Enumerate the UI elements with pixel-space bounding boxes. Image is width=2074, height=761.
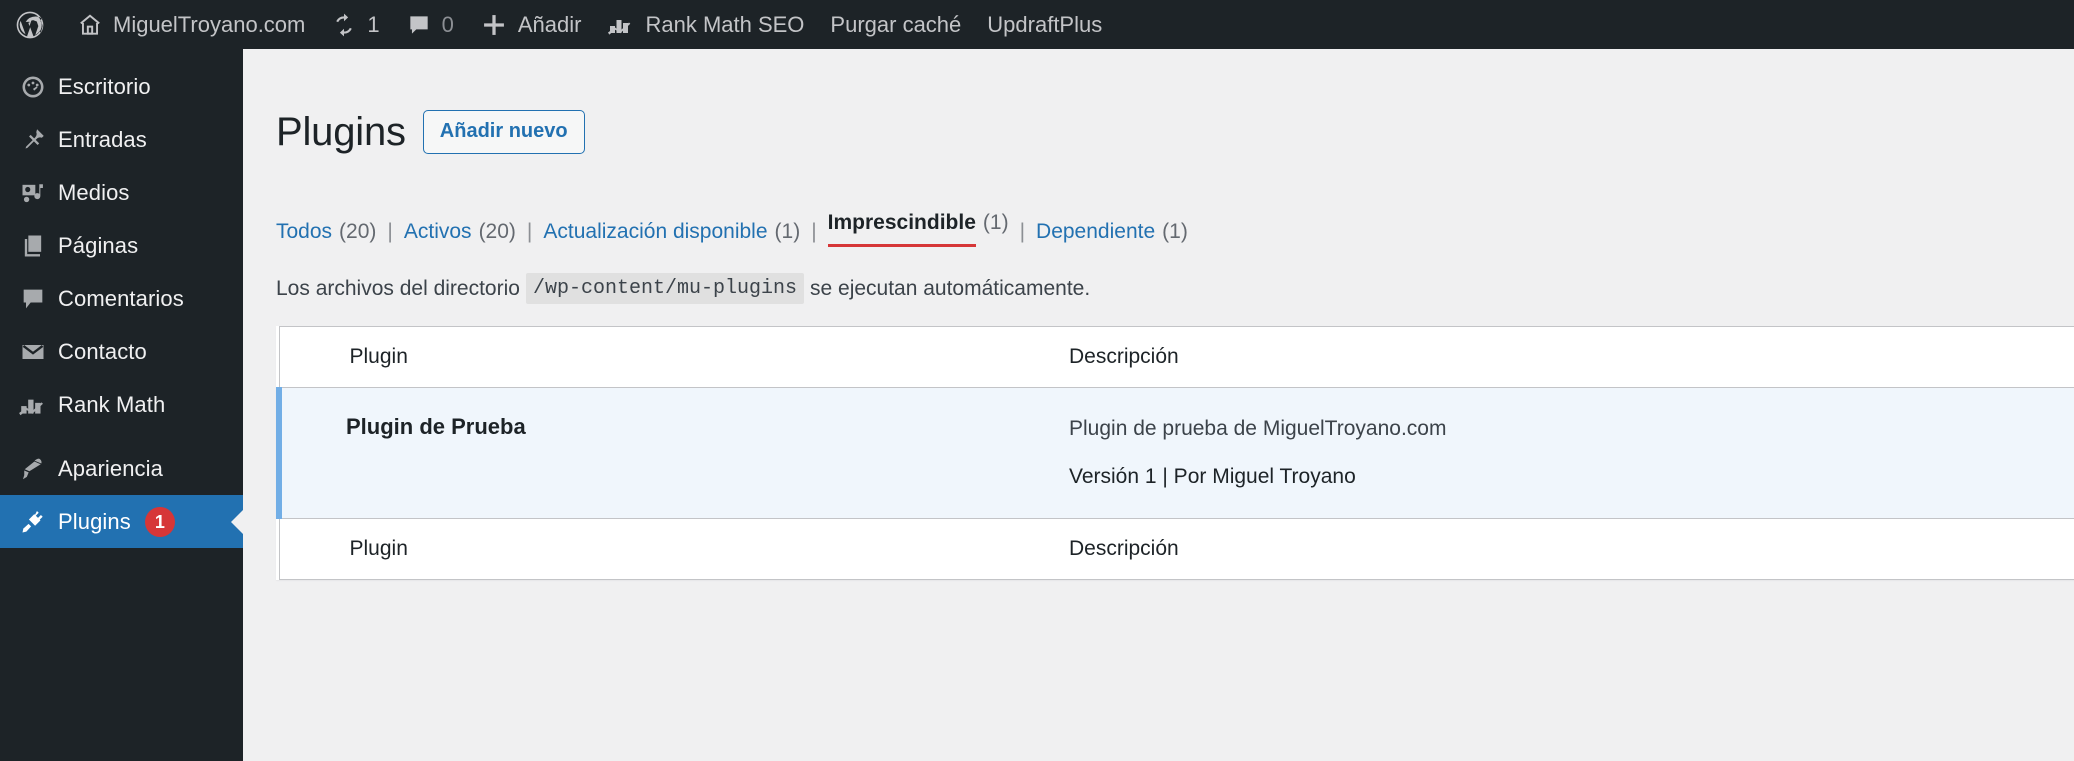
site-name-button[interactable]: MiguelTroyano.com — [64, 0, 318, 49]
comments-button[interactable]: 0 — [393, 0, 467, 49]
admin-sidebar-menu: Escritorio Entradas Medios Páginas Comen… — [0, 49, 243, 761]
mu-plugins-path: /wp-content/mu-plugins — [525, 273, 804, 305]
sidebar-item-paginas[interactable]: Páginas — [0, 219, 243, 272]
filter-count: (1) — [774, 219, 801, 243]
mu-note-before: Los archivos del directorio — [276, 276, 520, 300]
updates-icon — [331, 12, 357, 38]
table-footer-row: Plugin Descripción — [279, 517, 2074, 580]
sidebar-item-label: Entradas — [58, 126, 147, 152]
sidebar-item-label: Rank Math — [58, 391, 166, 417]
add-new-plugin-button[interactable]: Añadir nuevo — [422, 109, 585, 154]
column-header-plugin: Plugin — [279, 326, 1069, 389]
filter-count: (1) — [982, 210, 1009, 234]
filter-actualizacion-disponible[interactable]: Actualización disponible (1) — [543, 216, 800, 248]
filter-imprescindible[interactable]: Imprescindible (1) — [827, 207, 1009, 248]
filter-dependiente[interactable]: Dependiente (1) — [1036, 216, 1188, 248]
sidebar-item-plugins[interactable]: Plugins 1 — [0, 495, 243, 548]
plugin-status-filters: Todos (20) | Activos (20) | Actualizació… — [276, 207, 2074, 248]
admin-bar: MiguelTroyano.com 1 0 Añadir Rank Math S… — [0, 0, 2074, 49]
plugin-version-author: Versión 1 | Por Miguel Troyano — [1069, 464, 1356, 488]
plugins-table-head: Plugin Descripción — [279, 326, 2074, 389]
rank-math-seo-button[interactable]: Rank Math SEO — [594, 0, 817, 49]
envelope-icon — [12, 338, 54, 366]
mu-plugins-note: Los archivos del directorio /wp-content/… — [276, 273, 2074, 305]
filter-link-active[interactable]: Imprescindible — [827, 207, 976, 248]
plugins-update-count-badge: 1 — [144, 506, 175, 537]
plugins-table-body: Plugin de Prueba Plugin de prueba de Mig… — [276, 387, 2074, 519]
updraftplus-button[interactable]: UpdraftPlus — [974, 0, 1115, 49]
plugin-description-text: Plugin de prueba de MiguelTroyano.com — [1069, 417, 1447, 441]
pin-icon — [12, 126, 54, 154]
plugin-description-cell: Plugin de prueba de MiguelTroyano.com Ve… — [1069, 387, 2074, 519]
column-header-description: Descripción — [1069, 326, 2074, 389]
sidebar-item-label: Apariencia — [58, 455, 163, 481]
sidebar-item-escritorio[interactable]: Escritorio — [0, 60, 243, 113]
mu-note-after: se ejecutan automáticamente. — [810, 276, 1091, 300]
filter-activos[interactable]: Activos (20) — [404, 216, 516, 248]
column-footer-plugin: Plugin — [279, 517, 1069, 580]
updates-count: 1 — [367, 11, 380, 37]
plug-icon — [12, 508, 54, 536]
sidebar-item-label: Contacto — [58, 338, 147, 364]
filter-count: (20) — [339, 219, 377, 243]
plugins-table-foot: Plugin Descripción — [279, 517, 2074, 580]
comment-icon — [12, 285, 54, 313]
menu-spacer-mid — [0, 431, 243, 442]
purge-cache-button[interactable]: Purgar caché — [817, 0, 974, 49]
sidebar-item-comentarios[interactable]: Comentarios — [0, 272, 243, 325]
new-content-button[interactable]: Añadir — [467, 0, 595, 49]
brush-icon — [12, 455, 54, 483]
purge-cache-label: Purgar caché — [830, 11, 962, 37]
site-name-label: MiguelTroyano.com — [113, 11, 306, 37]
updates-button[interactable]: 1 — [318, 0, 392, 49]
updraftplus-label: UpdraftPlus — [987, 11, 1103, 37]
rank-math-icon — [607, 13, 635, 37]
filter-link[interactable]: Todos — [276, 216, 332, 248]
rank-math-icon — [12, 392, 54, 418]
filter-link[interactable]: Dependiente — [1036, 216, 1155, 248]
main-content: Plugins Añadir nuevo Todos (20) | Activo… — [243, 49, 2074, 761]
sidebar-item-label: Páginas — [58, 232, 139, 258]
sidebar-item-label: Medios — [58, 179, 130, 205]
column-footer-description: Descripción — [1069, 517, 2074, 580]
menu-spacer-top — [0, 49, 243, 60]
wordpress-logo-icon — [14, 9, 46, 41]
new-content-label: Añadir — [517, 11, 582, 37]
filter-separator: | — [526, 219, 533, 243]
sidebar-item-entradas[interactable]: Entradas — [0, 113, 243, 166]
sidebar-item-medios[interactable]: Medios — [0, 166, 243, 219]
filter-link[interactable]: Activos — [404, 216, 472, 248]
filter-count: (1) — [1162, 219, 1188, 243]
filter-link[interactable]: Actualización disponible — [543, 216, 767, 248]
home-icon — [77, 12, 103, 38]
filter-count: (20) — [478, 219, 516, 243]
plugins-table: Plugin Descripción Plugin de Prueba Plug… — [276, 326, 2074, 580]
table-header-row: Plugin Descripción — [279, 326, 2074, 389]
sidebar-item-contacto[interactable]: Contacto — [0, 325, 243, 378]
table-row[interactable]: Plugin de Prueba Plugin de prueba de Mig… — [276, 387, 2074, 519]
pages-icon — [12, 232, 54, 260]
page-header: Plugins Añadir nuevo — [276, 81, 2074, 183]
comment-bubble-icon — [406, 12, 432, 38]
comments-count: 0 — [441, 11, 454, 37]
dashboard-icon — [12, 73, 54, 101]
page-title: Plugins — [276, 109, 406, 154]
wordpress-logo-button[interactable] — [0, 0, 64, 49]
plus-icon — [480, 11, 508, 39]
sidebar-item-apariencia[interactable]: Apariencia — [0, 442, 243, 495]
filter-separator: | — [811, 219, 817, 243]
sidebar-item-label: Comentarios — [58, 285, 184, 311]
sidebar-item-label: Plugins — [58, 508, 131, 534]
media-icon — [12, 179, 54, 207]
filter-separator: | — [387, 219, 393, 243]
filter-separator: | — [1019, 219, 1026, 243]
sidebar-item-label: Escritorio — [58, 73, 151, 99]
rank-math-seo-label: Rank Math SEO — [645, 11, 805, 37]
plugin-name-cell: Plugin de Prueba — [276, 387, 1069, 519]
filter-todos[interactable]: Todos (20) — [276, 216, 376, 248]
sidebar-item-rank-math[interactable]: Rank Math — [0, 378, 243, 431]
